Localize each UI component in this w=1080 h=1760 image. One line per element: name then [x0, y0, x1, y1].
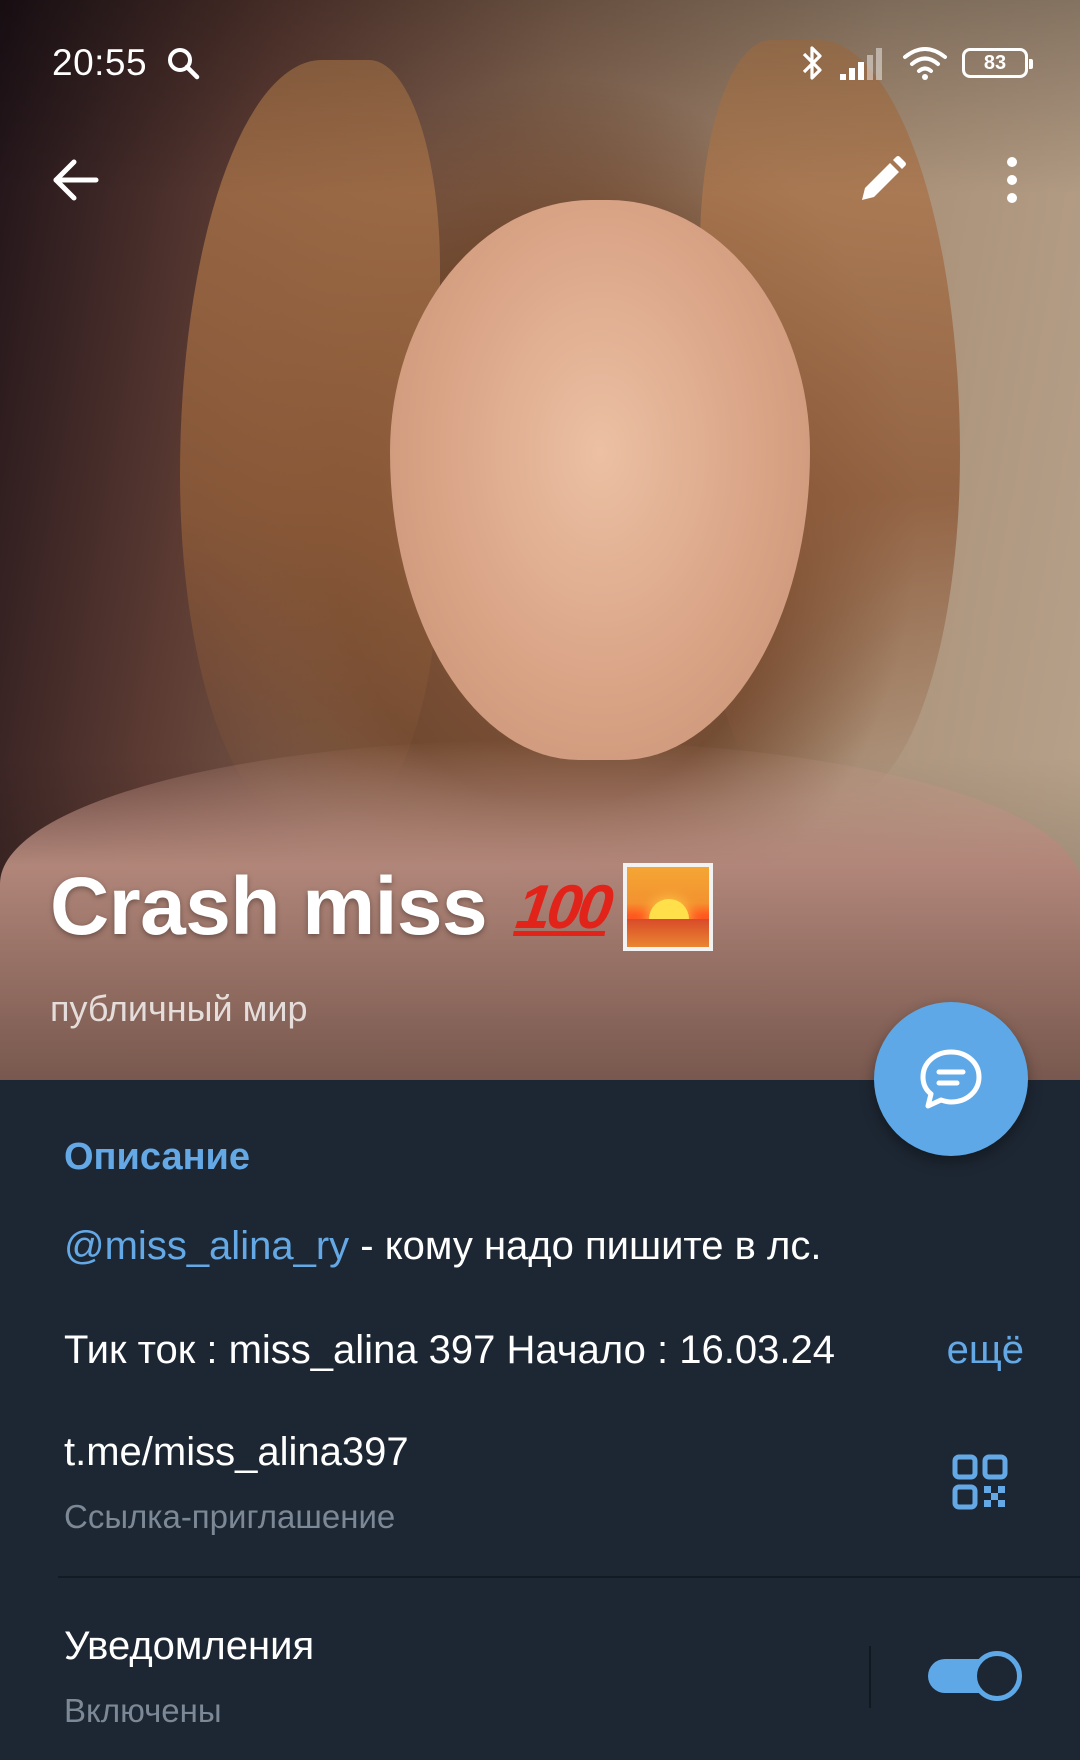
wifi-icon	[903, 47, 947, 80]
channel-subtitle: публичный мир	[50, 988, 308, 1029]
notifications-toggle[interactable]	[928, 1648, 1022, 1704]
title-row: Crash miss 100	[50, 860, 713, 954]
status-bar: 20:55 83	[52, 38, 1033, 88]
divider	[58, 1576, 1080, 1578]
battery-level: 83	[983, 51, 1007, 74]
sunrise-sea	[626, 919, 709, 947]
hundred-points-emoji: 100	[512, 872, 614, 942]
mention-link[interactable]: @miss_alina_ry	[64, 1224, 349, 1268]
status-time: 20:55	[52, 42, 148, 83]
search-icon	[168, 48, 200, 80]
arrow-left-icon[interactable]	[48, 150, 108, 210]
description-line-1: @miss_alina_ry - кому надо пишите в лс.	[64, 1224, 821, 1269]
notifications-state: Включены	[64, 1692, 222, 1729]
channel-title: Crash miss	[50, 861, 488, 952]
pencil-icon[interactable]	[852, 150, 912, 210]
description-line-2-text: Тик ток : miss_alina 397 Начало : 16.03.…	[64, 1328, 835, 1372]
description-line-1-text: - кому надо пишите в лс.	[349, 1224, 822, 1268]
sunrise-emoji	[622, 863, 713, 951]
description-line-2: Тик ток : miss_alina 397 Начало : 16.03.…	[64, 1328, 1024, 1373]
top-app-bar	[0, 150, 1080, 210]
notifications-title[interactable]: Уведомления	[64, 1624, 314, 1669]
toggle-knob	[972, 1651, 1022, 1701]
invite-link-label: Ссылка-приглашение	[64, 1498, 396, 1535]
battery-icon: 83	[962, 48, 1033, 78]
signal-icon	[840, 48, 882, 80]
description-fade: ещё	[876, 1328, 1024, 1373]
invite-link[interactable]: t.me/miss_alina397	[64, 1430, 409, 1475]
profile-header: Crash miss 100 публичный мир	[50, 860, 713, 1030]
qr-code-icon[interactable]	[952, 1454, 1008, 1510]
more-vertical-icon[interactable]	[992, 150, 1032, 210]
status-icons: 83	[800, 44, 1033, 82]
info-panel: Описание @miss_alina_ry - кому надо пиши…	[0, 1080, 1080, 1760]
show-more-link[interactable]: ещё	[947, 1328, 1024, 1373]
vertical-separator	[869, 1646, 871, 1708]
chat-bubble-icon	[920, 1049, 982, 1109]
bluetooth-icon	[802, 46, 822, 80]
description-heading: Описание	[64, 1136, 251, 1178]
open-chat-button[interactable]	[874, 1002, 1028, 1156]
